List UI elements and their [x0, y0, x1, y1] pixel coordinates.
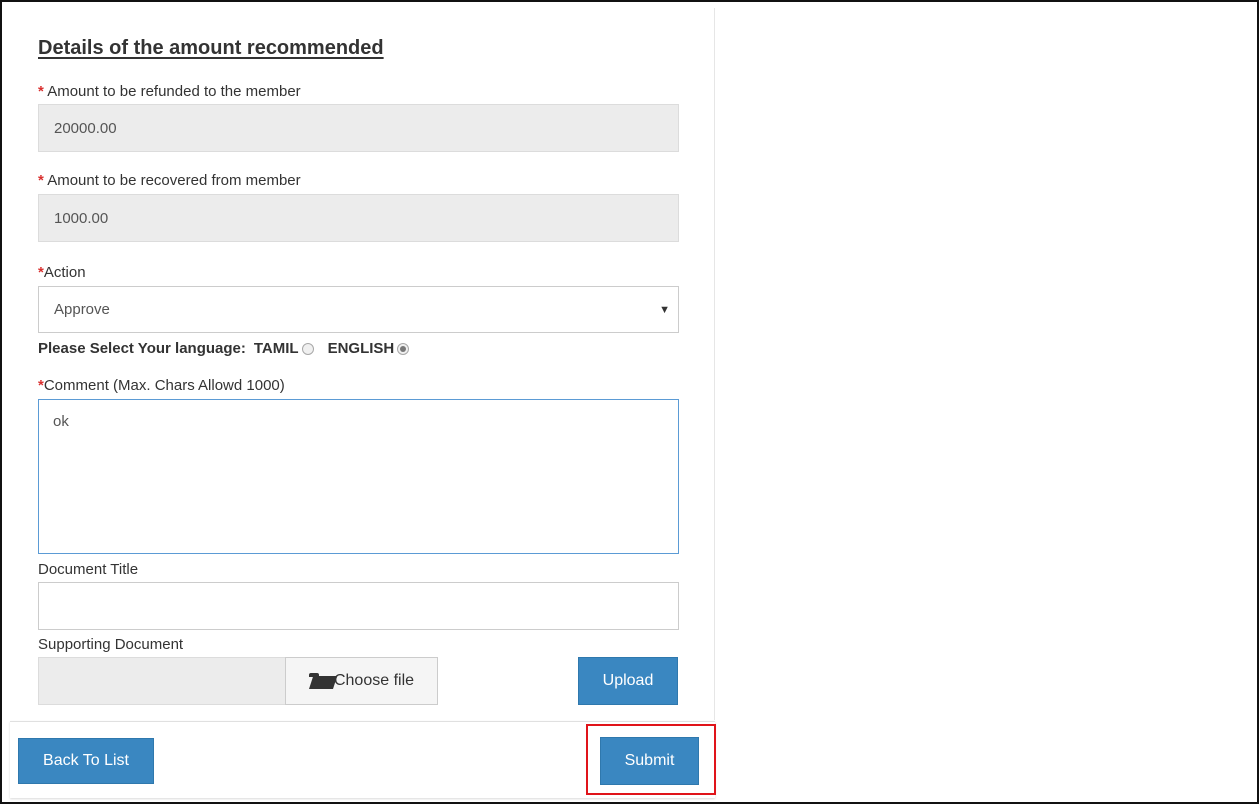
- required-mark: *: [38, 83, 44, 100]
- supporting-document-label: Supporting Document: [38, 636, 184, 653]
- action-label: *Action: [38, 264, 86, 281]
- submit-highlight-box: [586, 724, 716, 795]
- choose-file-button[interactable]: Choose file: [285, 657, 438, 705]
- refund-amount-label: * Amount to be refunded to the member: [38, 83, 301, 100]
- recover-amount-field[interactable]: 1000.00: [38, 194, 679, 242]
- language-option-tamil-label: TAMIL: [253, 340, 299, 357]
- language-radio-tamil[interactable]: [301, 342, 314, 355]
- document-title-label: Document Title: [38, 561, 139, 578]
- refund-amount-field[interactable]: 20000.00: [38, 104, 679, 152]
- caret-down-icon: ▼: [659, 303, 670, 316]
- folder-open-icon: [308, 673, 333, 689]
- file-name-display: [38, 657, 286, 705]
- back-to-list-button[interactable]: Back To List: [18, 738, 154, 784]
- action-select[interactable]: Approve ▼: [38, 286, 679, 333]
- comment-textarea[interactable]: ok: [38, 399, 679, 554]
- language-selector: Please Select Your language: TAMIL ENGLI…: [38, 340, 423, 357]
- section-heading: Details of the amount recommended: [38, 37, 384, 59]
- comment-label: *Comment (Max. Chars Allowd 1000): [38, 377, 285, 394]
- document-title-input[interactable]: [38, 582, 679, 630]
- language-option-english-label: ENGLISH: [327, 340, 395, 357]
- required-mark: *: [38, 172, 44, 189]
- upload-button[interactable]: Upload: [578, 657, 678, 705]
- recover-amount-label: * Amount to be recovered from member: [38, 172, 301, 189]
- language-radio-english[interactable]: [397, 342, 410, 355]
